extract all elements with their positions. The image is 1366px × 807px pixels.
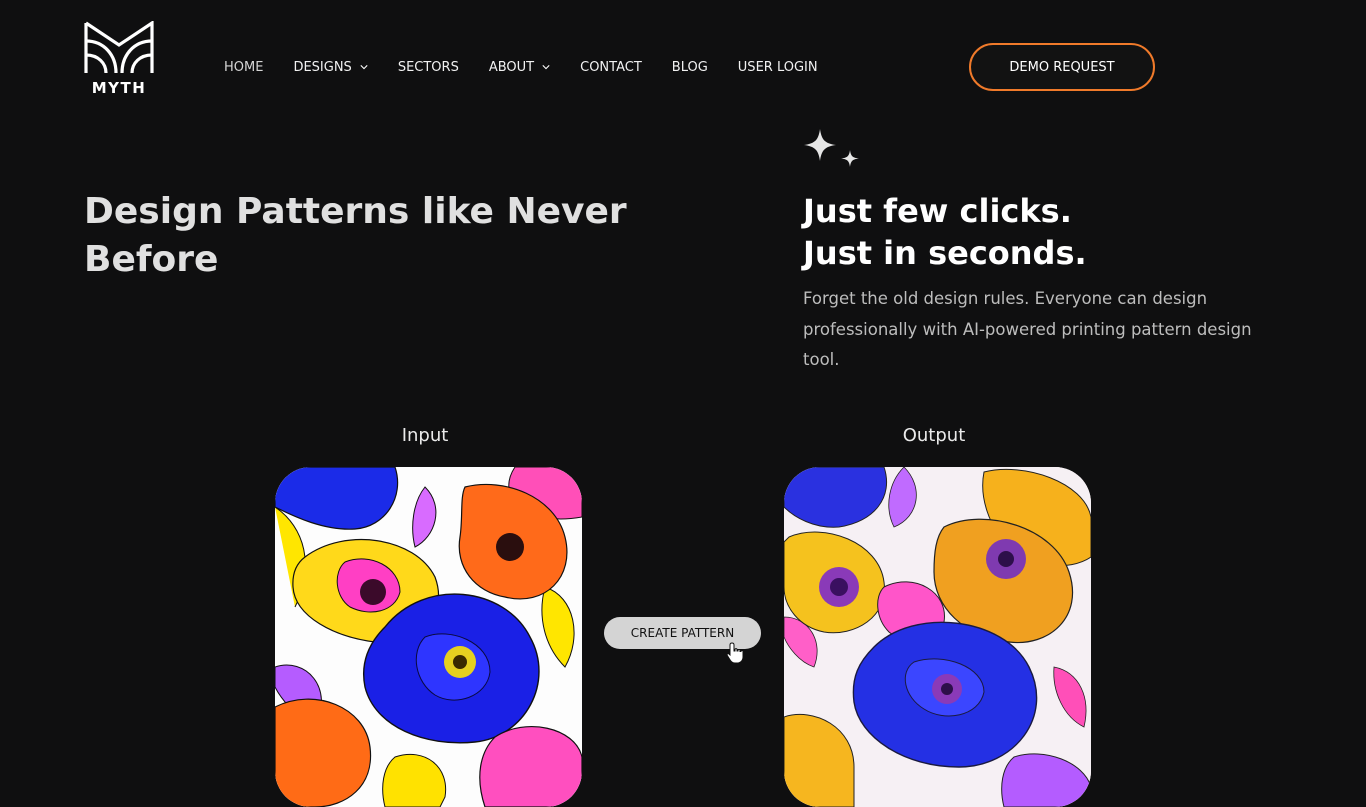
output-pattern-image	[784, 467, 1091, 807]
hero-tagline: Just few clicks. Just in seconds.	[803, 190, 1283, 274]
main-nav: HOME DESIGNS SECTORS ABOUT CONTACT BLOG …	[224, 58, 848, 76]
logo-mark-icon	[84, 21, 154, 74]
hero-title: Design Patterns like Never Before	[84, 191, 627, 280]
tagline-line: Just few clicks.	[803, 192, 1072, 230]
nav-item-contact[interactable]: CONTACT	[580, 60, 642, 75]
nav-item-label: CONTACT	[580, 59, 642, 75]
chevron-down-icon	[360, 65, 368, 70]
logo-wordmark: MYTH	[91, 79, 147, 97]
nav-item-label: SECTORS	[397, 59, 459, 75]
tagline-line: Just in seconds.	[803, 234, 1087, 272]
input-label: Input	[401, 425, 449, 446]
nav-item-home[interactable]: HOME	[224, 60, 263, 75]
nav-item-label: ABOUT	[488, 59, 535, 75]
input-pattern-image	[275, 467, 582, 807]
nav-item-label: HOME	[224, 59, 264, 75]
nav-item-blog[interactable]: BLOG	[672, 60, 708, 75]
nav-item-label: DESIGNS	[293, 59, 352, 75]
nav-item-label: BLOG	[671, 59, 708, 75]
nav-item-user-login[interactable]: USER LOGIN	[738, 60, 818, 75]
sparkles-icon	[804, 129, 859, 167]
nav-item-about[interactable]: ABOUT	[489, 60, 550, 75]
hand-pointer-icon	[726, 642, 744, 664]
nav-item-designs[interactable]: DESIGNS	[293, 59, 368, 75]
nav-item-label: USER LOGIN	[737, 59, 818, 75]
hero-description: Forget the old design rules. Everyone ca…	[803, 289, 1252, 369]
demo-request-button[interactable]: DEMO REQUEST	[969, 43, 1155, 91]
output-label: Output	[902, 425, 966, 446]
myth-logo[interactable]: MYTH	[84, 21, 154, 97]
chevron-down-icon	[542, 65, 550, 70]
nav-item-sectors[interactable]: SECTORS	[398, 60, 459, 75]
